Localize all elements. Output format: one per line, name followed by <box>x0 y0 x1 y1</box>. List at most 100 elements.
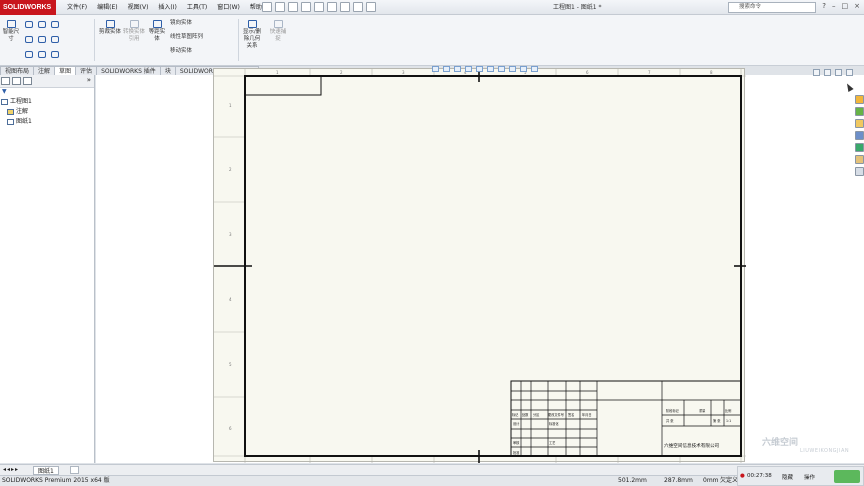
file-explorer-icon[interactable] <box>855 119 864 128</box>
recorder-toggle-button[interactable] <box>834 470 860 483</box>
tree-root-label: 工程图1 <box>10 98 32 105</box>
fillet-icon[interactable] <box>51 36 59 43</box>
tab-blocks[interactable]: 块 <box>159 66 176 75</box>
hide-show-icon[interactable] <box>498 66 505 72</box>
menu-tools[interactable]: 工具(T) <box>182 0 212 15</box>
feature-tree-icon[interactable] <box>1 77 10 85</box>
recorder-hide-button[interactable]: 隐藏 <box>782 473 793 481</box>
screen-recorder-bar: ● 00:27:38 隐藏 操作 <box>737 466 864 486</box>
tree-filter[interactable]: ▼ <box>0 88 94 97</box>
forum-icon[interactable] <box>855 167 864 176</box>
configuration-manager-icon[interactable] <box>23 77 32 85</box>
tree-item-annotations[interactable]: 注解 <box>0 107 94 117</box>
expand-panel-icon[interactable]: » <box>87 76 91 84</box>
convert-entities-button[interactable]: 转换实体引用 <box>123 20 145 43</box>
smart-dimension-button[interactable]: 智能尺寸 <box>2 20 20 43</box>
viewport-minimize-icon[interactable] <box>813 69 820 76</box>
trim-icon <box>105 20 115 28</box>
undo-icon[interactable] <box>314 2 324 12</box>
sheet-nav-arrows-icon[interactable]: ◂◂▸▸ <box>3 466 19 473</box>
watermark-subtitle: LIUWEIKONGJIAN <box>800 448 850 454</box>
save-icon[interactable] <box>288 2 298 12</box>
tab-sketch[interactable]: 草图 <box>54 66 77 75</box>
circle-icon[interactable] <box>38 21 46 28</box>
open-icon[interactable] <box>275 2 285 12</box>
close-icon[interactable]: × <box>854 2 860 10</box>
tree-item-sheet[interactable]: 图纸1 <box>0 117 94 127</box>
ellipse-icon[interactable] <box>38 51 46 58</box>
rebuild-icon[interactable] <box>340 2 350 12</box>
search-commands-input[interactable]: 搜索命令 <box>728 2 816 13</box>
tab-view-layout[interactable]: 视图布局 <box>0 66 35 75</box>
appearances-icon[interactable] <box>855 143 864 152</box>
sketch-tools-row-3 <box>25 51 59 58</box>
arc-icon[interactable] <box>38 36 46 43</box>
select-icon[interactable] <box>327 2 337 12</box>
feature-manager-panel: » ▼ 工程图1 注解 图纸1 <box>0 75 95 463</box>
sheet-tab-1[interactable]: 图纸1 <box>33 466 59 475</box>
company-name: 六维空间信息技术有限公司 <box>664 442 720 449</box>
zoom-to-fit-icon[interactable] <box>432 66 439 72</box>
menu-edit[interactable]: 编辑(E) <box>92 0 122 15</box>
rectangle-icon[interactable] <box>25 36 33 43</box>
tree-root-item[interactable]: 工程图1 <box>0 97 94 107</box>
sheet-drawing: 1 2 3 4 5 6 1 2 3 4 5 6 7 8 标记 处数 分区 更改文… <box>214 69 746 463</box>
file-properties-icon[interactable] <box>353 2 363 12</box>
section-view-icon[interactable] <box>465 66 472 72</box>
trim-entities-button[interactable]: 剪裁实体 <box>99 20 121 36</box>
menu-file[interactable]: 文件(F) <box>62 0 92 15</box>
drawing-frame <box>244 75 742 457</box>
help-icon[interactable]: ? <box>822 2 826 10</box>
show-delete-relations-button[interactable]: 显示/删除几何关系 <box>242 20 262 50</box>
menu-view[interactable]: 视图(V) <box>123 0 154 15</box>
recorder-action-button[interactable]: 操作 <box>804 473 815 481</box>
apply-scene-icon[interactable] <box>520 66 527 72</box>
custom-properties-icon[interactable] <box>855 155 864 164</box>
options-icon[interactable] <box>366 2 376 12</box>
tab-addins[interactable]: SOLIDWORKS 插件 <box>96 66 161 75</box>
polygon-icon[interactable] <box>25 51 33 58</box>
view-orientation-icon[interactable] <box>476 66 483 72</box>
title-block-label: 共 张 <box>666 418 674 423</box>
viewport-close-icon[interactable] <box>846 69 853 76</box>
restore-icon[interactable]: □ <box>842 2 849 10</box>
zoom-area-icon[interactable] <box>443 66 450 72</box>
tab-annotation[interactable]: 注解 <box>33 66 56 75</box>
zone-row-label: 2 <box>229 167 232 172</box>
offset-entities-button[interactable]: 等距实体 <box>147 20 167 43</box>
viewport-restore-icon[interactable] <box>824 69 831 76</box>
line-icon[interactable] <box>25 21 33 28</box>
text-icon[interactable] <box>51 51 59 58</box>
heads-up-view-toolbar <box>432 66 538 72</box>
tree-item-label: 注解 <box>16 108 29 115</box>
linear-pattern-button[interactable]: 线性草图阵列 <box>170 34 203 41</box>
smart-dimension-label: 智能尺寸 <box>2 29 20 42</box>
menu-bar: 文件(F) 编辑(E) 视图(V) 插入(I) 工具(T) 窗口(W) 帮助(H… <box>62 0 276 15</box>
property-manager-icon[interactable] <box>12 77 21 85</box>
viewport-maximize-icon[interactable] <box>835 69 842 76</box>
title-block-label: 处数 <box>522 412 529 417</box>
zone-row-label: 6 <box>229 426 232 431</box>
display-style-icon[interactable] <box>487 66 494 72</box>
add-sheet-icon[interactable] <box>70 466 79 474</box>
resources-icon[interactable] <box>855 95 864 104</box>
minimize-icon[interactable]: – <box>832 2 836 10</box>
view-palette-icon[interactable] <box>855 131 864 140</box>
menu-window[interactable]: 窗口(W) <box>212 0 245 15</box>
drawing-sheet[interactable]: 1 2 3 4 5 6 1 2 3 4 5 6 7 8 标记 处数 分区 更改文… <box>213 68 746 463</box>
new-document-icon[interactable] <box>262 2 272 12</box>
print-icon[interactable] <box>301 2 311 12</box>
design-library-icon[interactable] <box>855 107 864 116</box>
quick-snaps-button[interactable]: 快速捕捉 <box>268 20 288 43</box>
mirror-entities-button[interactable]: 镜向实体 <box>170 20 192 27</box>
spline-icon[interactable] <box>51 21 59 28</box>
relations-icon <box>247 20 257 28</box>
menu-insert[interactable]: 插入(I) <box>153 0 181 15</box>
tab-evaluate[interactable]: 评估 <box>75 66 98 75</box>
view-settings-icon[interactable] <box>531 66 538 72</box>
title-block-label: 第 张 <box>713 418 721 423</box>
edit-appearance-icon[interactable] <box>509 66 516 72</box>
previous-view-icon[interactable] <box>454 66 461 72</box>
move-entities-button[interactable]: 移动实体 <box>170 48 192 55</box>
tree-item-label: 图纸1 <box>16 118 32 125</box>
